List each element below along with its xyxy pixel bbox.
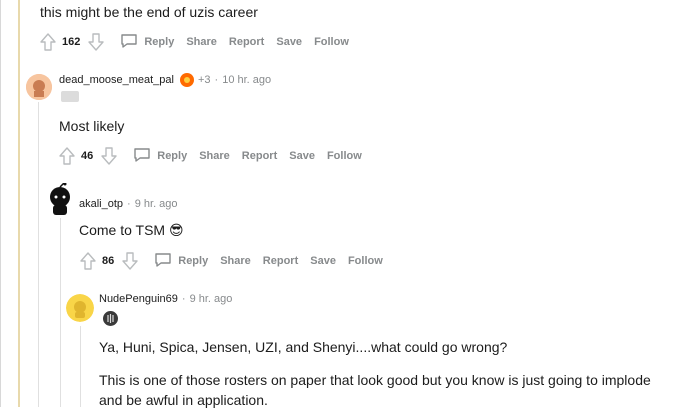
avatar[interactable] (46, 183, 74, 217)
follow-button[interactable]: Follow (348, 255, 383, 267)
vote-group: 46 (57, 145, 119, 167)
username[interactable]: dead_moose_meat_pal (59, 74, 174, 86)
comment-text-line: This is one of those rosters on paper th… (99, 372, 651, 388)
username[interactable]: akali_otp (79, 198, 123, 210)
comment-actions: 86 Reply Share Report Save Follow (78, 249, 395, 273)
comment-text-line: Ya, Huni, Spica, Jensen, UZI, and Shenyi… (99, 339, 508, 355)
vote-group: 162 (38, 31, 106, 53)
comment-text-line: and be awful in application. (99, 392, 268, 408)
username[interactable]: NudePenguin69 (99, 293, 178, 305)
vote-score: 162 (62, 36, 81, 48)
flair-icon (103, 311, 118, 326)
top-comment-actions: 162 Reply Share Report Save Follow (38, 30, 361, 54)
thread-line-1[interactable] (38, 102, 39, 407)
comment-bubble-icon (154, 252, 172, 271)
report-button[interactable]: Report (242, 150, 277, 162)
award-icon[interactable] (179, 73, 194, 87)
upvote-arrow-icon[interactable] (38, 31, 58, 53)
reply-button[interactable]: Reply (120, 33, 174, 52)
save-button[interactable]: Save (276, 36, 302, 48)
separator: · (127, 198, 131, 210)
upvote-arrow-icon[interactable] (78, 250, 98, 272)
reply-button[interactable]: Reply (154, 252, 208, 271)
reply-label: Reply (144, 36, 175, 48)
left-border (0, 0, 1, 407)
comment-actions: 46 Reply Share Report Save Follow (57, 144, 374, 168)
follow-button[interactable]: Follow (314, 36, 349, 48)
avatar[interactable] (26, 74, 52, 100)
follow-button[interactable]: Follow (327, 150, 362, 162)
reply-label: Reply (157, 150, 188, 162)
timestamp[interactable]: 10 hr. ago (222, 74, 271, 86)
reply-button[interactable]: Reply (133, 147, 187, 166)
comment-meta: akali_otp · 9 hr. ago (79, 198, 178, 210)
top-comment-text: this might be the end of uzis career (40, 4, 258, 20)
flair-icon (61, 91, 79, 102)
downvote-arrow-icon[interactable] (99, 145, 119, 167)
comment-text: Come to TSM 😎 (79, 222, 184, 238)
report-button[interactable]: Report (263, 255, 298, 267)
separator: · (214, 74, 219, 86)
comment-bubble-icon (120, 33, 138, 52)
share-button[interactable]: Share (220, 255, 251, 267)
upvote-arrow-icon[interactable] (57, 145, 77, 167)
thread-line-2[interactable] (60, 218, 61, 407)
vote-score: 86 (102, 255, 115, 267)
comment-meta: dead_moose_meat_pal +3 · 10 hr. ago (59, 73, 271, 87)
downvote-arrow-icon[interactable] (120, 250, 140, 272)
comment-text: Most likely (59, 118, 125, 134)
reply-label: Reply (178, 255, 209, 267)
comment-bubble-icon (133, 147, 151, 166)
avatar[interactable] (66, 294, 94, 322)
comment-meta: NudePenguin69 · 9 hr. ago (99, 293, 232, 305)
vote-score: 46 (81, 150, 94, 162)
downvote-arrow-icon[interactable] (86, 31, 106, 53)
separator: · (181, 293, 186, 305)
vote-group: 86 (78, 250, 140, 272)
save-button[interactable]: Save (310, 255, 336, 267)
save-button[interactable]: Save (289, 150, 315, 162)
award-count: +3 (197, 74, 211, 86)
share-button[interactable]: Share (186, 36, 217, 48)
report-button[interactable]: Report (229, 36, 264, 48)
share-button[interactable]: Share (199, 150, 230, 162)
timestamp[interactable]: 9 hr. ago (190, 293, 233, 305)
thread-line-3[interactable] (80, 326, 81, 407)
timestamp[interactable]: 9 hr. ago (135, 198, 178, 210)
thread-rail[interactable] (18, 0, 20, 407)
